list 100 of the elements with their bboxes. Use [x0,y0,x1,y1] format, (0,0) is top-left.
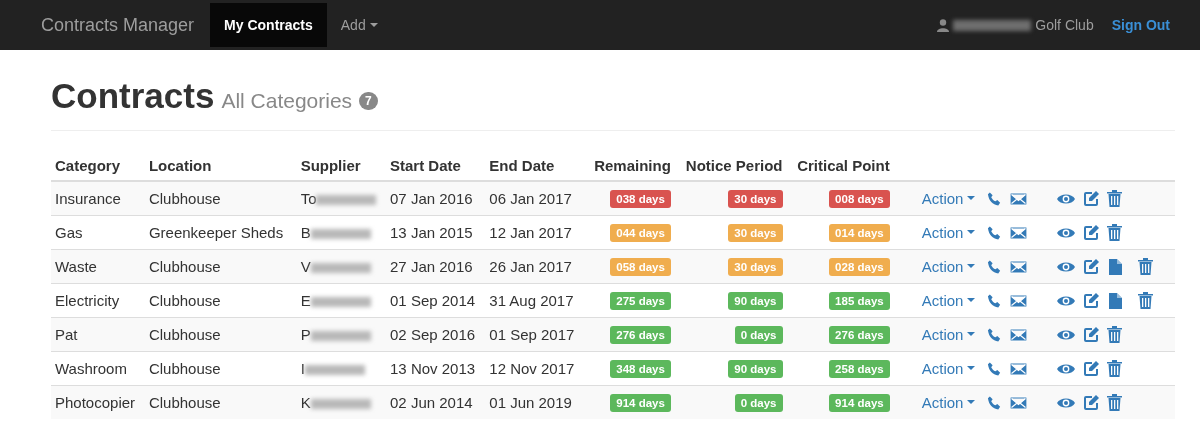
action-dropdown[interactable]: Action [921,326,976,343]
envelope-icon[interactable] [1010,361,1028,376]
days-label: 0 days [734,326,783,344]
caret-icon [967,366,976,371]
document-icon[interactable] [1109,258,1123,275]
caret-icon [967,230,976,235]
days-label: 914 days [610,394,671,412]
category-cell: Washroom [55,360,127,377]
phone-icon[interactable] [987,190,1003,207]
sign-out-link[interactable]: Sign Out [1111,17,1170,33]
envelope-icon[interactable] [1010,293,1028,308]
days-label: 914 days [829,394,890,412]
page-title: Contracts [51,76,215,116]
document-icon[interactable] [1109,292,1123,309]
date-cell: 06 Jan 2017 [489,190,572,207]
action-dropdown[interactable]: Action [921,224,976,241]
days-label: 276 days [610,326,671,344]
trash-icon[interactable] [1107,360,1123,377]
location-cell: Greenkeeper Sheds [148,224,284,241]
edit-icon[interactable] [1083,258,1100,275]
eye-icon[interactable] [1057,226,1076,239]
date-cell: 31 Aug 2017 [489,292,574,309]
phone-icon[interactable] [987,326,1003,343]
action-dropdown[interactable]: Action [921,190,976,207]
days-label: 275 days [610,292,671,310]
date-cell: 13 Jan 2015 [390,224,473,241]
days-label: 90 days [728,360,783,378]
eye-icon[interactable] [1057,260,1076,273]
envelope-icon[interactable] [1010,191,1028,206]
category-cell: Waste [55,258,97,275]
caret-icon [369,22,378,28]
eye-icon[interactable] [1057,362,1076,375]
blurred-text [310,399,371,410]
user-icon [937,18,950,32]
date-cell: 02 Sep 2016 [390,326,476,343]
envelope-icon[interactable] [1010,225,1028,240]
nav-tab[interactable]: Add [326,3,392,47]
date-cell: 01 Jun 2019 [489,394,572,411]
days-label: 30 days [728,224,783,242]
trash-icon[interactable] [1107,224,1123,241]
days-label: 0 days [734,394,783,412]
edit-icon[interactable] [1083,292,1100,309]
days-label: 90 days [728,292,783,310]
eye-icon[interactable] [1057,294,1076,307]
trash-icon[interactable] [1107,326,1123,343]
days-label: 30 days [728,258,783,276]
eye-icon[interactable] [1057,328,1076,341]
action-dropdown[interactable]: Action [921,258,976,275]
category-cell: Gas [55,224,83,241]
caret-icon [967,332,976,337]
supplier-cell: P [300,326,311,343]
trash-icon[interactable] [1107,394,1123,411]
action-dropdown[interactable]: Action [921,360,976,377]
days-label: 014 days [829,224,890,242]
envelope-icon[interactable] [1010,395,1028,410]
eye-icon[interactable] [1057,396,1076,409]
date-cell: 12 Jan 2017 [489,224,572,241]
edit-icon[interactable] [1083,394,1100,411]
days-label: 008 days [829,190,890,208]
edit-icon[interactable] [1083,326,1100,343]
blurred-text [310,331,371,342]
envelope-icon[interactable] [1010,327,1028,342]
date-cell: 01 Sep 2017 [489,326,575,343]
category-cell: Electricity [55,292,120,309]
edit-icon[interactable] [1083,360,1100,377]
envelope-icon[interactable] [1010,259,1028,274]
user-name: Golf Club [1035,17,1094,33]
blurred-text [310,229,371,240]
trash-icon[interactable] [1138,258,1154,275]
location-cell: Clubhouse [148,326,221,343]
days-label: 185 days [829,292,890,310]
count-badge: 7 [359,92,378,110]
location-cell: Clubhouse [148,190,221,207]
days-label: 044 days [610,224,671,242]
phone-icon[interactable] [987,224,1003,241]
trash-icon[interactable] [1138,292,1154,309]
action-dropdown[interactable]: Action [921,394,976,411]
date-cell: 01 Sep 2014 [390,292,476,309]
category-cell: Pat [55,326,78,343]
nav-tab[interactable]: My Contracts [210,3,327,47]
eye-icon[interactable] [1057,192,1076,205]
blurred-text [310,297,371,308]
phone-icon[interactable] [987,394,1003,411]
blurred-text [310,263,371,274]
date-cell: 26 Jan 2017 [489,258,572,275]
app-brand[interactable]: Contracts Manager [41,14,195,36]
blurred-text [304,365,365,376]
location-cell: Clubhouse [148,394,221,411]
edit-icon[interactable] [1083,224,1100,241]
phone-icon[interactable] [987,292,1003,309]
caret-icon [967,264,976,269]
blurred-text [316,195,377,206]
phone-icon[interactable] [987,360,1003,377]
days-label: 348 days [610,360,671,378]
days-label: 028 days [829,258,890,276]
trash-icon[interactable] [1107,190,1123,207]
phone-icon[interactable] [987,258,1003,275]
action-dropdown[interactable]: Action [921,292,976,309]
date-cell: 13 Nov 2013 [390,360,476,377]
edit-icon[interactable] [1083,190,1100,207]
